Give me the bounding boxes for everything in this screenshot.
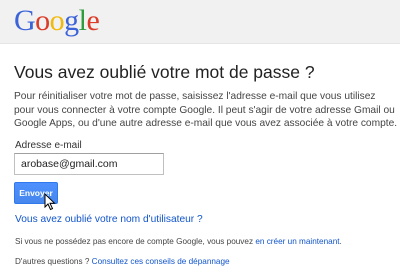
logo-letter: o	[35, 4, 50, 37]
help-prefix: D'autres questions ?	[15, 257, 92, 266]
troubleshooting-link[interactable]: Consultez ces conseils de dépannage	[92, 257, 230, 266]
help-text: D'autres questions ? Consultez ces conse…	[15, 257, 230, 266]
google-logo[interactable]: Google	[14, 4, 100, 38]
logo-letter: l	[78, 4, 87, 37]
logo-letter: G	[14, 4, 36, 37]
create-account-link[interactable]: en créer un maintenant	[255, 237, 339, 246]
email-label: Adresse e-mail	[15, 140, 82, 151]
header: Google	[0, 0, 400, 44]
no-account-prefix: Si vous ne possédez pas encore de compte…	[15, 237, 256, 246]
no-account-text: Si vous ne possédez pas encore de compte…	[15, 237, 342, 246]
logo-letter: g	[64, 4, 79, 37]
instructions-text: Pour réinitialiser votre mot de passe, s…	[14, 91, 398, 130]
email-field[interactable]	[14, 153, 164, 175]
logo-letter: e	[86, 4, 100, 37]
mouse-pointer-icon	[44, 193, 56, 211]
no-account-suffix: .	[339, 237, 342, 246]
logo-letter: o	[49, 4, 65, 37]
forgot-username-link[interactable]: Vous avez oublié votre nom d'utilisateur…	[15, 214, 203, 225]
page-title: Vous avez oublié votre mot de passe ?	[14, 62, 315, 82]
